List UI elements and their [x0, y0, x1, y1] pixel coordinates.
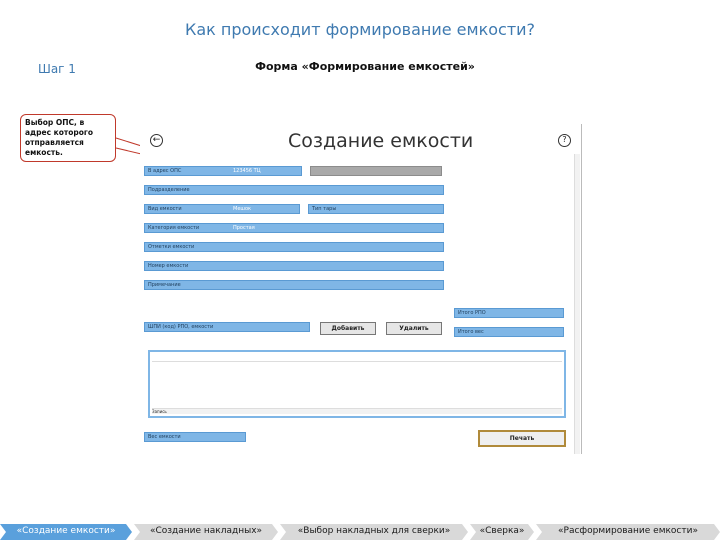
- ops-info-field: [310, 166, 442, 176]
- back-arrow-icon[interactable]: ←: [150, 134, 163, 147]
- help-icon[interactable]: ?: [558, 134, 571, 147]
- add-button[interactable]: Добавить: [320, 322, 376, 335]
- print-button[interactable]: Печать: [478, 430, 566, 447]
- nav-step-reconcile[interactable]: «Сверка»: [470, 524, 534, 540]
- table-header: [152, 354, 562, 362]
- note-field[interactable]: Примечание: [144, 280, 444, 290]
- category-value: Простая: [233, 225, 255, 231]
- division-field[interactable]: Подразделение: [144, 185, 444, 195]
- container-weight-field[interactable]: Вес емкости: [144, 432, 246, 442]
- container-number-field[interactable]: Номер емкости: [144, 261, 444, 271]
- window-title: Создание емкости: [288, 130, 474, 152]
- barcode-field[interactable]: ШПИ (код) РПО, емкости: [144, 322, 310, 332]
- callout-note: Выбор ОПС, в адрес которого отправляется…: [20, 114, 116, 162]
- tare-type-field[interactable]: Тип тары: [308, 204, 444, 214]
- form-window: ← Создание емкости ? В адрес ОПС 123456 …: [140, 124, 582, 454]
- items-table[interactable]: Запись: [148, 350, 566, 418]
- nav-step-disband-container[interactable]: «Расформирование емкости»: [536, 524, 720, 540]
- slide-title: Как происходит формирование емкости?: [184, 20, 536, 39]
- delete-button[interactable]: Удалить: [386, 322, 442, 335]
- nav-step-select-invoices[interactable]: «Выбор накладных для сверки»: [280, 524, 468, 540]
- marks-field[interactable]: Отметки емкости: [144, 242, 444, 252]
- container-type-field[interactable]: Вид емкости Мешок: [144, 204, 300, 214]
- ops-address-field[interactable]: В адрес ОПС 123456 ТЦ: [144, 166, 302, 176]
- total-rpo-field: Итого РПО: [454, 308, 564, 318]
- total-weight-field: Итого вес: [454, 327, 564, 337]
- nav-step-create-invoices[interactable]: «Создание накладных»: [134, 524, 278, 540]
- form-caption: Форма «Формирование емкостей»: [255, 60, 475, 73]
- nav-step-create-container[interactable]: «Создание емкости»: [0, 524, 132, 540]
- table-row[interactable]: [152, 363, 562, 371]
- category-field[interactable]: Категория емкости Простая: [144, 223, 444, 233]
- vertical-scrollbar[interactable]: [574, 154, 580, 454]
- ops-address-value: 123456 ТЦ: [233, 168, 261, 174]
- table-scrollbar[interactable]: Запись: [152, 408, 562, 414]
- container-type-value: Мешок: [233, 206, 252, 212]
- step-navigation: «Создание емкости» «Создание накладных» …: [0, 522, 720, 540]
